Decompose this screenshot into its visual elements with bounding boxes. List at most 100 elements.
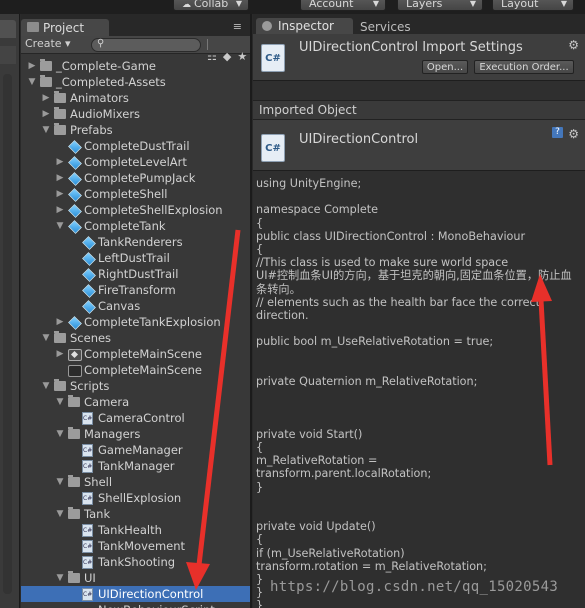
tree-item[interactable]: TankRenderers — [21, 234, 250, 250]
tree-item[interactable]: ▼ Scripts — [21, 378, 250, 394]
tree-item[interactable]: NewBehaviourScript — [21, 602, 250, 608]
layers-button[interactable]: Layers ▼ — [397, 0, 483, 11]
tree-item[interactable]: C# TankMovement — [21, 538, 250, 554]
tree-item[interactable]: CompleteDustTrail — [21, 138, 250, 154]
code-line: transform.rotation = m_RelativeRotation; — [256, 559, 487, 573]
expand-arrow-right-icon[interactable]: ▶ — [55, 170, 65, 186]
help-icon[interactable]: ? — [552, 127, 563, 138]
collab-button[interactable]: ☁ Collab ▼ — [173, 0, 249, 11]
tree-item[interactable]: ▶ CompletePumpJack — [21, 170, 250, 186]
expand-arrow-down-icon[interactable]: ▼ — [55, 506, 65, 522]
folder-icon — [68, 571, 80, 583]
tree-item-label: Animators — [70, 91, 129, 105]
expand-arrow-right-icon[interactable]: ▶ — [55, 154, 65, 170]
tree-item[interactable]: ▼ Scenes — [21, 330, 250, 346]
expand-arrow-right-icon[interactable]: ▶ — [55, 314, 65, 330]
prefab-cube-icon — [82, 300, 96, 314]
tree-item[interactable]: ▶ CompleteLevelArt — [21, 154, 250, 170]
tree-item[interactable]: ▶ CompleteShellExplosion — [21, 202, 250, 218]
expand-arrow-down-icon[interactable]: ▼ — [55, 394, 65, 410]
tree-item-label: AudioMixers — [70, 107, 141, 121]
expand-arrow-right-icon[interactable]: ▶ — [55, 186, 65, 202]
imported-object-section: Imported Object — [253, 100, 585, 120]
code-line: } — [256, 586, 264, 600]
expand-arrow-down-icon[interactable]: ▼ — [55, 426, 65, 442]
tree-item[interactable]: ▼ UI — [21, 570, 250, 586]
tree-item[interactable]: ▼ Shell — [21, 474, 250, 490]
tree-item[interactable]: ▶ _Complete-Game — [21, 58, 250, 74]
tree-item[interactable]: Canvas — [21, 298, 250, 314]
hierarchy-toolbar-stub — [0, 46, 16, 64]
tree-item-label: _Complete-Game — [56, 59, 156, 73]
code-line: private Quaternion m_RelativeRotation; — [256, 375, 478, 388]
tree-item[interactable]: CompleteMainScene — [21, 362, 250, 378]
tree-item[interactable]: ▼ CompleteTank — [21, 218, 250, 234]
tree-item[interactable]: RightDustTrail — [21, 266, 250, 282]
account-button[interactable]: Account ▼ — [300, 0, 386, 11]
tree-item-label: Canvas — [98, 299, 141, 313]
tree-item[interactable]: ▼ Camera — [21, 394, 250, 410]
tree-item[interactable]: C# UIDirectionControl — [21, 586, 250, 602]
tab-services[interactable]: Services — [360, 20, 411, 34]
folder-icon — [27, 22, 39, 32]
hierarchy-tab-stub[interactable] — [0, 20, 16, 38]
expand-arrow-down-icon[interactable]: ▼ — [55, 218, 65, 234]
tree-item[interactable]: C# TankShooting — [21, 554, 250, 570]
expand-arrow-right-icon[interactable]: ▶ — [55, 346, 65, 362]
expand-arrow-down-icon[interactable]: ▼ — [27, 74, 37, 90]
tree-item-label: Scenes — [70, 331, 112, 345]
expand-arrow-down-icon[interactable]: ▼ — [41, 122, 51, 138]
tree-item[interactable]: ▼ Managers — [21, 426, 250, 442]
prefab-cube-icon — [82, 268, 96, 282]
csharp-script-icon: C# — [261, 134, 285, 162]
gear-icon[interactable]: ⚙ — [568, 127, 579, 141]
expand-arrow-right-icon[interactable]: ▶ — [41, 106, 51, 122]
tree-item[interactable]: ▼ _Completed-Assets — [21, 74, 250, 90]
layout-button[interactable]: Layout ▼ — [492, 0, 574, 11]
expand-arrow-down-icon[interactable]: ▼ — [55, 570, 65, 586]
tree-item[interactable]: ▼ Tank — [21, 506, 250, 522]
open-button[interactable]: Open... — [422, 60, 468, 74]
panel-menu-icon[interactable]: ≡ — [233, 20, 242, 33]
tree-item[interactable]: ▼ Prefabs — [21, 122, 250, 138]
layers-label: Layers — [406, 0, 443, 10]
expand-arrow-right-icon[interactable]: ▶ — [41, 90, 51, 106]
expand-arrow-down-icon[interactable]: ▼ — [41, 330, 51, 346]
prefab-cube-icon — [68, 188, 82, 202]
expand-arrow-down-icon[interactable]: ▼ — [41, 378, 51, 394]
gear-icon[interactable]: ⚙ — [568, 38, 579, 52]
tab-inspector[interactable]: Inspector — [256, 18, 353, 34]
csharp-script-icon: C# — [82, 524, 93, 537]
object-name: UIDirectionControl — [299, 132, 419, 147]
scrollbar[interactable] — [3, 74, 12, 594]
tree-item[interactable]: C# TankManager — [21, 458, 250, 474]
tree-item[interactable]: ▶ CompleteTankExplosion — [21, 314, 250, 330]
tree-item[interactable]: ▶ Animators — [21, 90, 250, 106]
tree-item[interactable]: FireTransform — [21, 282, 250, 298]
code-line: { — [256, 216, 264, 230]
tree-item[interactable]: ▶ CompleteMainScene — [21, 346, 250, 362]
search-input[interactable]: ⚲ — [91, 38, 201, 52]
folder-icon — [54, 379, 66, 391]
folder-icon — [54, 107, 66, 119]
tree-item[interactable]: C# CameraControl — [21, 410, 250, 426]
tree-item[interactable]: ▶ CompleteShell — [21, 186, 250, 202]
csharp-script-icon: C# — [82, 444, 93, 457]
tree-item[interactable]: C# TankHealth — [21, 522, 250, 538]
create-button[interactable]: Create ▾ — [25, 37, 71, 51]
tree-item[interactable]: C# ShellExplosion — [21, 490, 250, 506]
tree-item[interactable]: LeftDustTrail — [21, 250, 250, 266]
tab-project[interactable]: Project — [21, 19, 109, 36]
chevron-down-icon: ▼ — [560, 0, 567, 8]
execution-order-button[interactable]: Execution Order... — [474, 60, 574, 74]
tree-item-label: TankManager — [98, 459, 175, 473]
expand-arrow-down-icon[interactable]: ▼ — [55, 474, 65, 490]
code-line: namespace Complete — [256, 203, 379, 217]
tree-item[interactable]: ▶ AudioMixers — [21, 106, 250, 122]
search-icon: ⚲ — [97, 38, 105, 49]
code-line: { — [256, 243, 264, 256]
expand-arrow-right-icon[interactable]: ▶ — [55, 202, 65, 218]
expand-arrow-right-icon[interactable]: ▶ — [27, 58, 37, 74]
tree-item[interactable]: C# GameManager — [21, 442, 250, 458]
folder-icon — [40, 75, 52, 87]
